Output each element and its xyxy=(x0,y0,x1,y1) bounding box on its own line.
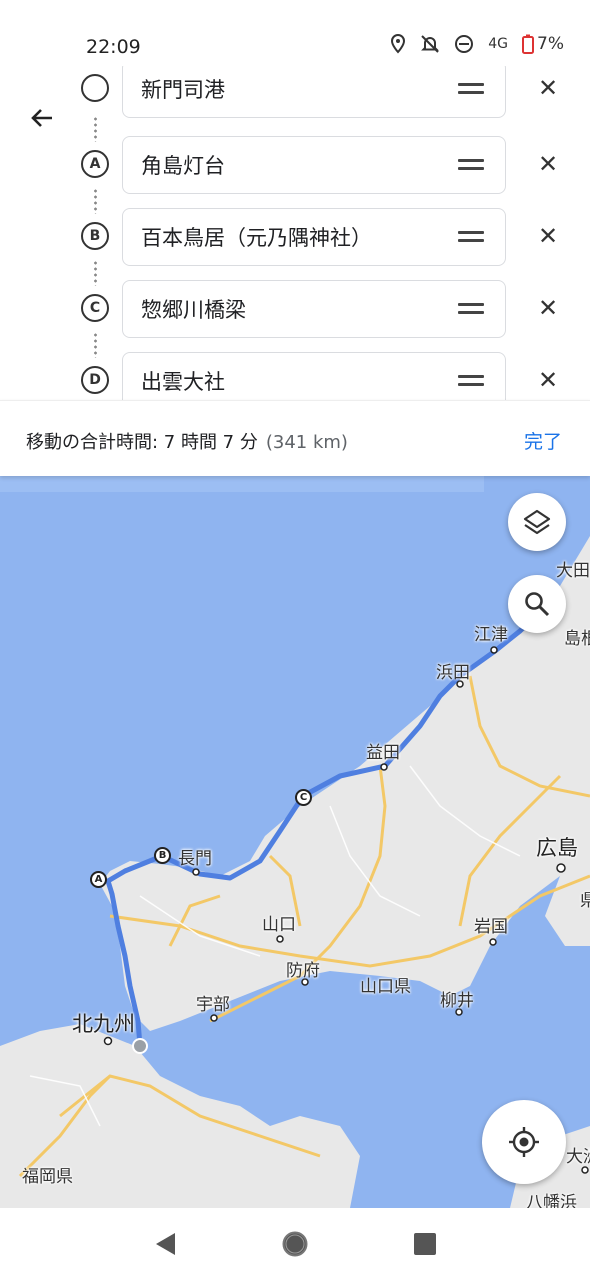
do-not-disturb-icon xyxy=(454,34,474,54)
map-label-gotsu: 江津 xyxy=(474,625,508,645)
waypoint-c-icon: C xyxy=(81,294,109,322)
my-location-icon xyxy=(509,1127,539,1157)
done-button[interactable]: 完了 xyxy=(524,427,562,454)
stop-name: 新門司港 xyxy=(141,78,225,102)
waypoint-b-icon: B xyxy=(81,222,109,250)
triangle-back-icon xyxy=(156,1233,175,1255)
stop-row-origin: 新門司港 ✕ xyxy=(0,66,590,120)
map-label-hamada: 浜田 xyxy=(436,663,470,683)
map-label-yamaguchi-pref: 山口県 xyxy=(360,977,411,997)
map-label-ube: 宇部 xyxy=(196,995,230,1015)
circle-home-icon xyxy=(282,1231,308,1257)
nav-back-button[interactable] xyxy=(145,1224,185,1264)
map-label-oda: 大田 xyxy=(556,561,590,581)
my-location-button[interactable] xyxy=(482,1100,566,1184)
remove-stop-button[interactable]: ✕ xyxy=(534,150,562,178)
notifications-off-icon xyxy=(420,34,440,54)
nav-home-button[interactable] xyxy=(275,1224,315,1264)
remove-stop-button[interactable]: ✕ xyxy=(534,366,562,394)
drag-handle[interactable] xyxy=(458,157,484,173)
battery-icon: 7% xyxy=(522,34,564,54)
stop-row-c: C 惣郷川橋梁 ✕ xyxy=(0,280,590,340)
stop-field-origin[interactable]: 新門司港 xyxy=(122,66,506,118)
remove-stop-button[interactable]: ✕ xyxy=(534,294,562,322)
drag-handle[interactable] xyxy=(458,373,484,389)
map-label-kitakyushu: 北九州 xyxy=(72,1012,135,1036)
map-label-hofu: 防府 xyxy=(286,961,320,981)
drag-handle[interactable] xyxy=(458,81,484,97)
location-icon xyxy=(390,34,406,54)
status-time: 22:09 xyxy=(86,36,141,58)
layers-button[interactable] xyxy=(508,493,566,551)
stop-row-b: B 百本鳥居（元乃隅神社） ✕ xyxy=(0,208,590,268)
stop-name: 角島灯台 xyxy=(141,154,225,178)
remove-stop-button[interactable]: ✕ xyxy=(534,222,562,250)
stop-name: 惣郷川橋梁 xyxy=(141,298,246,322)
stop-field-c[interactable]: 惣郷川橋梁 xyxy=(122,280,506,338)
drag-handle[interactable] xyxy=(458,301,484,317)
stop-name: 出雲大社 xyxy=(141,370,225,394)
stop-row-d: D 出雲大社 ✕ xyxy=(0,352,590,400)
map-label-yanai: 柳井 xyxy=(440,991,474,1011)
total-distance: (341 km) xyxy=(265,432,348,453)
route-editor: 新門司港 ✕ A 角島灯台 ✕ B 百本鳥居（元乃隅神社） ✕ C 惣郷川橋梁 … xyxy=(0,66,590,400)
search-icon xyxy=(525,592,550,617)
square-recents-icon xyxy=(414,1233,436,1255)
route-summary: 移動の合計時間: 7 時間 7 分 (341 km) 完了 xyxy=(0,400,590,476)
map-label-yawatahama: 八幡浜 xyxy=(526,1193,577,1208)
map-label-fukuoka-pref: 福岡県 xyxy=(22,1167,73,1187)
map-label-masuda: 益田 xyxy=(366,743,400,763)
waypoint-c-pin[interactable]: C xyxy=(295,789,312,806)
stop-row-a: A 角島灯台 ✕ xyxy=(0,136,590,196)
waypoint-a-icon: A xyxy=(81,150,109,178)
status-icons: 4G 7% xyxy=(390,34,564,54)
google-maps-directions-screen: 22:09 4G 7% 新門司港 ✕ A 角島灯台 ✕ B 百本鳥居（元乃隅神社… xyxy=(0,0,590,1280)
waypoint-d-icon: D xyxy=(81,366,109,394)
map-canvas xyxy=(0,476,590,1208)
map-label-shimane: 島根 xyxy=(564,629,590,649)
stop-name: 百本鳥居（元乃隅神社） xyxy=(141,226,372,250)
map-label-okayama: 県 xyxy=(580,891,590,911)
map-label-yamaguchi: 山口 xyxy=(262,915,296,935)
remove-stop-button[interactable]: ✕ xyxy=(534,74,562,102)
map-label-iwakuni: 岩国 xyxy=(474,917,508,937)
map-view[interactable]: 大田 江津 島根 浜田 益田 長門 広島 山口 岩国 防府 山口県 柳井 宇部 … xyxy=(0,476,590,1208)
map-label-hiroshima: 広島 xyxy=(536,836,578,860)
nav-recents-button[interactable] xyxy=(405,1224,445,1264)
system-navigation-bar xyxy=(0,1208,590,1280)
search-along-route-button[interactable] xyxy=(508,575,566,633)
layers-icon xyxy=(523,509,551,535)
stop-field-d[interactable]: 出雲大社 xyxy=(122,352,506,400)
waypoint-b-pin[interactable]: B xyxy=(154,847,171,864)
drag-handle[interactable] xyxy=(458,229,484,245)
origin-circle-icon xyxy=(81,74,109,102)
battery-percent: 7% xyxy=(537,34,564,54)
summary-text: 移動の合計時間: 7 時間 7 分 (341 km) xyxy=(26,428,348,454)
stop-field-a[interactable]: 角島灯台 xyxy=(122,136,506,194)
status-bar: 22:09 4G 7% xyxy=(0,0,590,66)
total-time: 移動の合計時間: 7 時間 7 分 xyxy=(26,432,258,453)
map-label-nagato: 長門 xyxy=(178,849,212,869)
waypoint-a-pin[interactable]: A xyxy=(90,871,107,888)
map-label-ozu: 大洲 xyxy=(566,1147,590,1167)
stop-field-b[interactable]: 百本鳥居（元乃隅神社） xyxy=(122,208,506,266)
network-label: 4G xyxy=(488,36,509,52)
